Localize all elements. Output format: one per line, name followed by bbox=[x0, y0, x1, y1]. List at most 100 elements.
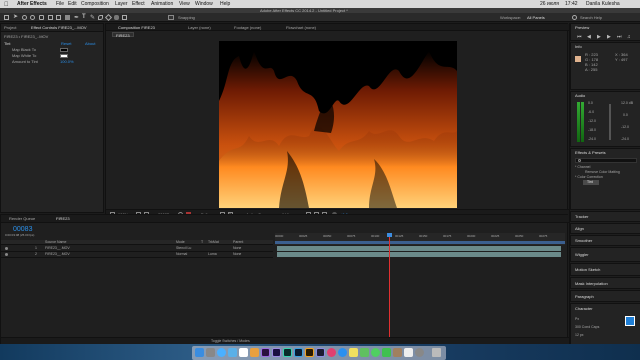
layer-parent[interactable]: None bbox=[233, 252, 241, 257]
paragraph-panel-title[interactable]: Paragraph bbox=[575, 295, 594, 299]
hand-tool-icon[interactable] bbox=[22, 15, 27, 20]
timeline-timecode[interactable]: 00083 bbox=[13, 226, 32, 233]
finder-icon[interactable] bbox=[195, 348, 204, 357]
user-name[interactable]: Danila Kulesha bbox=[586, 2, 620, 7]
col-source-name[interactable]: Source Name bbox=[45, 240, 66, 245]
photos-icon[interactable] bbox=[250, 348, 259, 357]
layer-trkmat[interactable]: Luma bbox=[208, 252, 217, 257]
work-area-bar[interactable] bbox=[275, 241, 565, 244]
rotate-tool-icon[interactable] bbox=[39, 15, 44, 20]
playhead[interactable] bbox=[389, 233, 390, 343]
brush-tool-icon[interactable]: ✎ bbox=[90, 14, 95, 21]
last-frame-icon[interactable]: ⏭ bbox=[617, 34, 622, 40]
menu-help[interactable]: Help bbox=[220, 2, 230, 7]
camera-tool-icon[interactable] bbox=[48, 15, 53, 20]
clone-tool-icon[interactable] bbox=[98, 15, 103, 20]
tab-timeline-comp[interactable]: FIRE23 bbox=[56, 217, 70, 221]
layer-mode[interactable]: Stencil Lu bbox=[176, 246, 191, 251]
about-link[interactable]: About bbox=[85, 42, 95, 46]
mail-icon[interactable] bbox=[228, 348, 237, 357]
illustrator-icon[interactable] bbox=[305, 348, 314, 357]
reset-link[interactable]: Reset bbox=[61, 42, 71, 46]
comp-nav-tab[interactable]: FIRE23 bbox=[116, 33, 130, 38]
ep-item-selected[interactable]: Tint bbox=[587, 180, 593, 185]
selection-tool-icon[interactable]: ➤ bbox=[13, 14, 18, 20]
puppet-tool-icon[interactable] bbox=[122, 15, 127, 20]
menu-file[interactable]: File bbox=[56, 2, 64, 7]
reminders-icon[interactable] bbox=[404, 348, 413, 357]
media-encoder-icon[interactable] bbox=[316, 348, 325, 357]
col-mode[interactable]: Mode bbox=[176, 240, 185, 245]
play-icon[interactable]: ▶ bbox=[597, 34, 601, 40]
table-row[interactable]: 2 FIRE23__.MOV Normal Luma None bbox=[1, 252, 273, 258]
tracker-panel-title[interactable]: Tracker bbox=[575, 215, 588, 219]
first-frame-icon[interactable]: ⏮ bbox=[577, 34, 582, 40]
layer-name[interactable]: FIRE23__.MOV bbox=[45, 246, 70, 251]
layer-mode[interactable]: Normal bbox=[176, 252, 187, 257]
layer-bar-2[interactable] bbox=[277, 252, 561, 257]
amount-value[interactable]: 100.0% bbox=[60, 60, 74, 64]
eraser-tool-icon[interactable] bbox=[104, 13, 113, 22]
layer-parent[interactable]: None bbox=[233, 246, 241, 251]
trash-icon[interactable] bbox=[432, 348, 441, 357]
ep-category[interactable]: * Channel bbox=[575, 165, 590, 170]
messages-icon[interactable] bbox=[371, 348, 380, 357]
char-size[interactable]: 12 px bbox=[575, 333, 584, 338]
snapping-checkbox[interactable] bbox=[168, 15, 174, 20]
tab-render-queue[interactable]: Render Queue bbox=[9, 217, 35, 221]
effects-search-input[interactable] bbox=[575, 158, 637, 163]
menu-effect[interactable]: Effect bbox=[132, 2, 145, 7]
color-swatch-white[interactable] bbox=[60, 54, 68, 58]
audio-toggle-icon[interactable]: ♫ bbox=[627, 34, 631, 40]
premiere-icon[interactable] bbox=[261, 348, 270, 357]
prev-frame-icon[interactable]: ◀ bbox=[587, 34, 591, 40]
menu-window[interactable]: Window bbox=[195, 2, 213, 7]
char-units[interactable]: Px bbox=[575, 317, 579, 322]
toggle-switches-modes[interactable]: Toggle Switches / Modes bbox=[211, 339, 250, 344]
wiggler-panel-title[interactable]: Wiggler bbox=[575, 253, 589, 257]
home-icon[interactable] bbox=[4, 15, 9, 20]
audio-slider[interactable] bbox=[609, 104, 611, 140]
col-t[interactable]: T bbox=[201, 240, 203, 245]
pen-tool-icon[interactable]: ✒ bbox=[74, 14, 79, 21]
after-effects-icon[interactable] bbox=[272, 348, 281, 357]
next-frame-icon[interactable]: ▶ bbox=[607, 34, 611, 40]
launchpad-icon[interactable] bbox=[206, 348, 215, 357]
align-panel-title[interactable]: Align bbox=[575, 227, 584, 231]
workspace-select[interactable]: All Panels bbox=[527, 16, 545, 20]
pan-behind-tool-icon[interactable] bbox=[56, 15, 61, 20]
audition-icon[interactable] bbox=[283, 348, 292, 357]
color-swatch-black[interactable] bbox=[60, 48, 68, 52]
photoshop-icon[interactable] bbox=[294, 348, 303, 357]
effect-name[interactable]: Tint bbox=[4, 42, 11, 46]
ep-category[interactable]: * Color Correction bbox=[575, 175, 603, 180]
tab-composition[interactable]: Composition FIRE23 bbox=[118, 25, 155, 30]
tab-layer[interactable]: Layer (none) bbox=[188, 25, 211, 30]
calendar-icon[interactable] bbox=[239, 348, 248, 357]
facetime-icon[interactable] bbox=[382, 348, 391, 357]
app-menu[interactable]: After Effects bbox=[17, 2, 47, 7]
motion-sketch-title[interactable]: Motion Sketch bbox=[575, 268, 600, 272]
app-store-icon[interactable] bbox=[338, 348, 347, 357]
fill-color-swatch[interactable] bbox=[625, 316, 635, 326]
roto-brush-icon[interactable] bbox=[114, 15, 119, 20]
menu-animation[interactable]: Animation bbox=[151, 2, 173, 7]
rectangle-tool-icon[interactable] bbox=[65, 15, 70, 20]
tab-flowchart[interactable]: Flowchart (none) bbox=[286, 25, 316, 30]
text-tool-icon[interactable]: T bbox=[82, 14, 86, 20]
col-parent[interactable]: Parent bbox=[233, 240, 243, 245]
tab-project[interactable]: Project bbox=[4, 26, 16, 30]
safari-icon[interactable] bbox=[217, 348, 226, 357]
tab-effect-controls[interactable]: Effect Controls FIRE23_...MOV bbox=[31, 26, 87, 30]
maps-icon[interactable] bbox=[360, 348, 369, 357]
zoom-tool-icon[interactable] bbox=[30, 15, 35, 20]
visibility-eye-icon[interactable] bbox=[5, 253, 8, 256]
ep-item[interactable]: Remove Color Matting bbox=[585, 170, 620, 175]
smoother-panel-title[interactable]: Smoother bbox=[575, 239, 592, 243]
menu-layer[interactable]: Layer bbox=[115, 2, 128, 7]
character-panel-title[interactable]: Character bbox=[575, 307, 593, 311]
search-icon[interactable] bbox=[572, 15, 577, 20]
char-font[interactable]: 300 Cond Caps bbox=[575, 325, 599, 330]
playhead-handle[interactable] bbox=[387, 233, 392, 237]
mask-interp-title[interactable]: Mask Interpolation bbox=[575, 282, 608, 286]
